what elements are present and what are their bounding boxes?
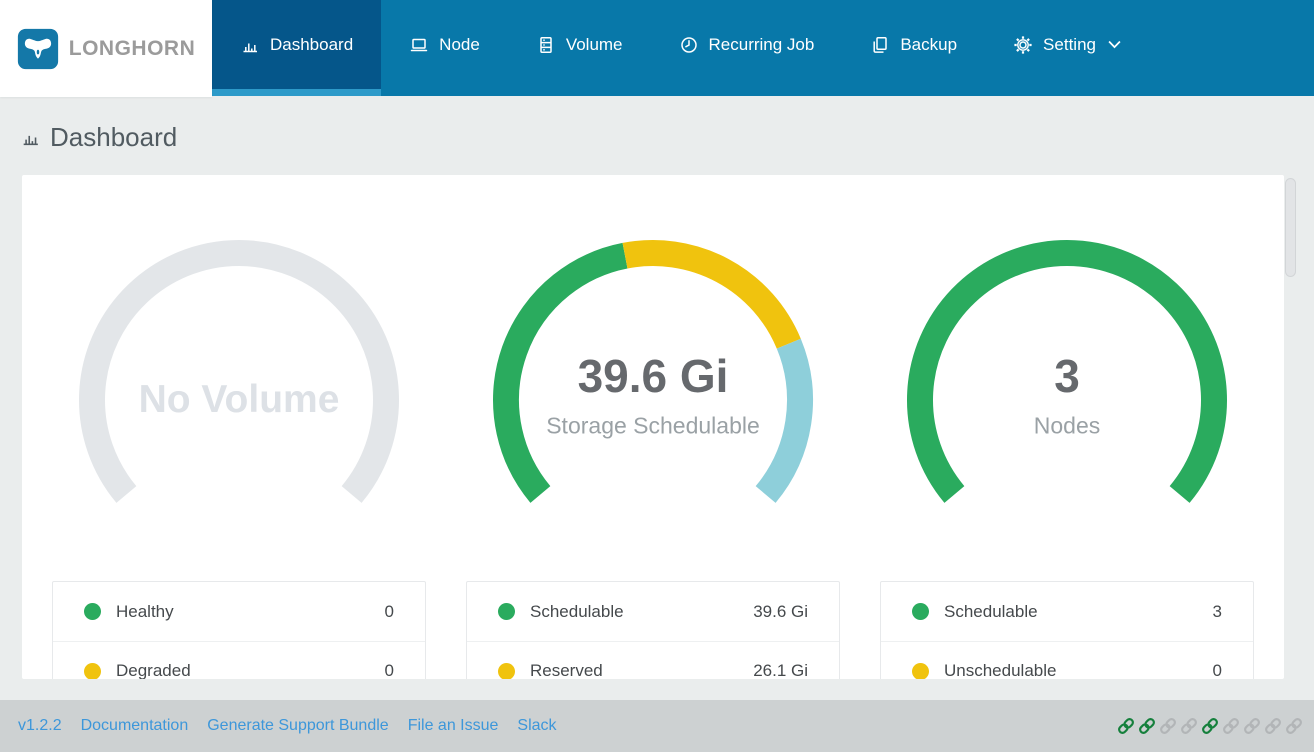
generate-support-bundle-link[interactable]: Generate Support Bundle bbox=[207, 717, 388, 735]
brand-name: LONGHORN bbox=[68, 36, 196, 60]
chevron-down-icon bbox=[1106, 40, 1121, 49]
nav-tab-volume[interactable]: Volume bbox=[508, 0, 651, 96]
legend-color-dot bbox=[912, 662, 929, 679]
copy-icon bbox=[870, 35, 890, 55]
chain-link-icon[interactable] bbox=[1200, 716, 1220, 736]
legend-color-dot bbox=[498, 662, 515, 679]
event-link-icons bbox=[1116, 716, 1304, 736]
gauge-label: Storage Schedulable bbox=[546, 412, 760, 439]
legend-color-dot bbox=[84, 662, 101, 679]
laptop-icon bbox=[409, 35, 429, 55]
legend-row: Unschedulable 0 bbox=[881, 641, 1253, 679]
nodes-legend: Schedulable 3 Unschedulable 0 bbox=[880, 581, 1254, 679]
nodes-gauge-chart: 3 Nodes bbox=[892, 225, 1242, 575]
nav-label: Node bbox=[439, 34, 480, 54]
nav-tab-dashboard[interactable]: Dashboard bbox=[212, 0, 382, 96]
volume-panel: No Volume Healthy 0 Degraded 0 bbox=[52, 225, 426, 679]
file-an-issue-link[interactable]: File an Issue bbox=[408, 717, 499, 735]
legend-row: Reserved 26.1 Gi bbox=[467, 641, 839, 679]
scrollbar-thumb[interactable] bbox=[1285, 178, 1296, 277]
dashboard-card: No Volume Healthy 0 Degraded 0 39.6 Gi S… bbox=[22, 175, 1284, 679]
gauge-empty-text: No Volume bbox=[138, 378, 340, 421]
storage-gauge-chart: 39.6 Gi Storage Schedulable bbox=[478, 225, 828, 575]
legend-row: Schedulable 39.6 Gi bbox=[467, 582, 839, 641]
legend-row: Schedulable 3 bbox=[881, 582, 1253, 641]
volume-legend: Healthy 0 Degraded 0 bbox=[52, 581, 426, 679]
nav-label: Backup bbox=[900, 34, 958, 54]
nav-label: Dashboard bbox=[270, 34, 354, 54]
legend-row: Degraded 0 bbox=[53, 641, 425, 679]
footer-bar: v1.2.2 Documentation Generate Support Bu… bbox=[0, 700, 1314, 752]
gauge-value: 39.6 Gi bbox=[577, 350, 729, 402]
chain-link-icon[interactable] bbox=[1158, 716, 1178, 736]
nav-label: Volume bbox=[565, 34, 623, 54]
slack-link[interactable]: Slack bbox=[517, 717, 556, 735]
legend-label: Healthy bbox=[116, 601, 174, 621]
page-title: Dashboard bbox=[50, 122, 178, 152]
legend-label: Reserved bbox=[530, 661, 603, 679]
gear-icon bbox=[1013, 35, 1033, 55]
top-nav-bar: LONGHORN Dashboard Node Volume Recurring… bbox=[0, 0, 1314, 97]
legend-value: 0 bbox=[1212, 661, 1222, 679]
legend-value: 26.1 Gi bbox=[753, 661, 808, 679]
legend-label: Degraded bbox=[116, 661, 191, 679]
chain-link-icon[interactable] bbox=[1221, 716, 1241, 736]
chain-link-icon[interactable] bbox=[1116, 716, 1136, 736]
nav-label: Recurring Job bbox=[708, 34, 815, 54]
nav-tab-recurring-job[interactable]: Recurring Job bbox=[651, 0, 843, 96]
storage-legend: Schedulable 39.6 Gi Reserved 26.1 Gi bbox=[466, 581, 840, 679]
server-stack-icon bbox=[536, 35, 556, 55]
nav-tab-backup[interactable]: Backup bbox=[842, 0, 985, 96]
volume-gauge-chart: No Volume bbox=[64, 225, 414, 575]
nav-tab-node[interactable]: Node bbox=[381, 0, 508, 96]
legend-value: 3 bbox=[1212, 601, 1222, 621]
chain-link-icon[interactable] bbox=[1284, 716, 1304, 736]
legend-label: Unschedulable bbox=[944, 661, 1057, 679]
nav-tab-setting[interactable]: Setting bbox=[985, 0, 1149, 96]
app-logo[interactable]: LONGHORN bbox=[0, 0, 212, 97]
bar-chart-icon bbox=[240, 35, 260, 55]
chain-link-icon[interactable] bbox=[1179, 716, 1199, 736]
legend-value: 0 bbox=[384, 601, 394, 621]
bar-chart-icon bbox=[20, 127, 41, 148]
version-link[interactable]: v1.2.2 bbox=[18, 717, 62, 735]
documentation-link[interactable]: Documentation bbox=[81, 717, 189, 735]
legend-label: Schedulable bbox=[944, 601, 1038, 621]
legend-color-dot bbox=[498, 603, 515, 620]
nodes-panel: 3 Nodes Schedulable 3 Unschedulable 0 bbox=[880, 225, 1254, 679]
legend-color-dot bbox=[912, 603, 929, 620]
longhorn-bull-icon bbox=[17, 28, 59, 70]
nav-label: Setting bbox=[1043, 34, 1096, 54]
clock-icon bbox=[679, 35, 699, 55]
legend-color-dot bbox=[84, 603, 101, 620]
page-header: Dashboard bbox=[0, 96, 1314, 153]
legend-row: Healthy 0 bbox=[53, 582, 425, 641]
legend-label: Schedulable bbox=[530, 601, 624, 621]
chain-link-icon[interactable] bbox=[1242, 716, 1262, 736]
chain-link-icon[interactable] bbox=[1137, 716, 1157, 736]
gauge-label: Nodes bbox=[1033, 412, 1101, 439]
legend-value: 39.6 Gi bbox=[753, 601, 808, 621]
main-nav: Dashboard Node Volume Recurring Job Back… bbox=[212, 0, 1314, 96]
storage-panel: 39.6 Gi Storage Schedulable Schedulable … bbox=[466, 225, 840, 679]
chain-link-icon[interactable] bbox=[1263, 716, 1283, 736]
gauge-value: 3 bbox=[1054, 350, 1080, 402]
legend-value: 0 bbox=[384, 661, 394, 679]
